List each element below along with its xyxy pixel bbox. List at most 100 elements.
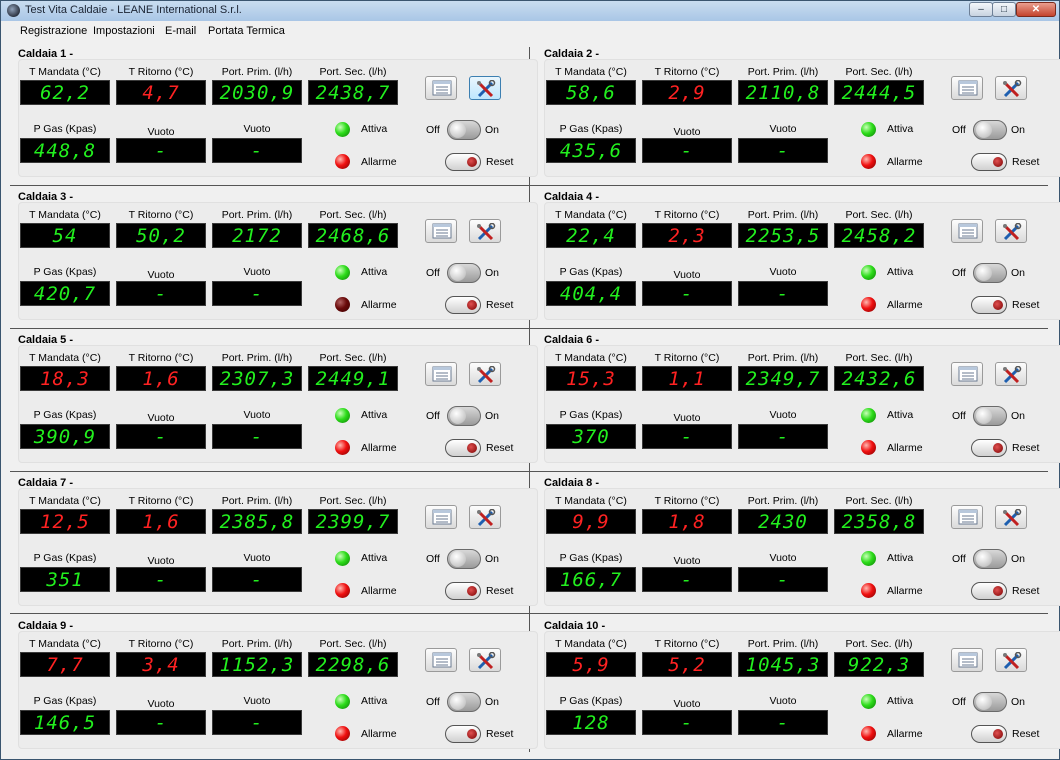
on-off-switch[interactable]	[447, 263, 481, 283]
port-prim-label: Port. Prim. (l/h)	[221, 352, 293, 364]
log-button[interactable]	[951, 219, 983, 243]
reset-button[interactable]	[445, 153, 481, 171]
reset-button[interactable]	[971, 582, 1007, 600]
menu-portata-termica[interactable]: Portata Termica	[208, 25, 285, 37]
log-button[interactable]	[951, 505, 983, 529]
boiler-frame: T Mandata (°C) T Ritorno (°C) Port. Prim…	[544, 59, 1060, 177]
reset-button[interactable]	[445, 439, 481, 457]
reset-button[interactable]	[971, 725, 1007, 743]
switch-knob[interactable]	[450, 265, 466, 281]
allarme-label: Allarme	[361, 728, 397, 740]
on-off-switch[interactable]	[973, 406, 1007, 426]
menu-registrazione[interactable]: Registrazione	[20, 25, 87, 37]
switch-knob[interactable]	[450, 551, 466, 567]
settings-button[interactable]	[469, 648, 501, 672]
vuoto-label: Vuoto	[673, 698, 701, 710]
settings-button[interactable]	[995, 219, 1027, 243]
vuoto-display: -	[212, 424, 302, 449]
t-ritorno-label: T Ritorno (°C)	[128, 495, 194, 507]
switch-knob[interactable]	[976, 694, 992, 710]
attiva-led	[335, 408, 350, 423]
settings-button[interactable]	[995, 648, 1027, 672]
p-gas-display: 166,7	[546, 567, 636, 592]
vuoto-display: -	[642, 567, 732, 592]
log-button[interactable]	[425, 362, 457, 386]
reset-button[interactable]	[971, 296, 1007, 314]
vuoto-label: Vuoto	[769, 552, 797, 564]
port-prim-display: 2385,8	[212, 509, 302, 534]
allarme-label: Allarme	[887, 299, 923, 311]
boiler-panel-1: Caldaia 1 - T Mandata (°C) T Ritorno (°C…	[18, 41, 538, 183]
settings-button[interactable]	[995, 76, 1027, 100]
app-icon[interactable]	[7, 4, 20, 17]
switch-knob[interactable]	[450, 122, 466, 138]
settings-button[interactable]	[469, 219, 501, 243]
reset-indicator	[467, 586, 477, 596]
attiva-label: Attiva	[361, 123, 388, 135]
on-off-switch[interactable]	[973, 263, 1007, 283]
switch-knob[interactable]	[976, 265, 992, 281]
reset-button[interactable]	[971, 439, 1007, 457]
reset-button[interactable]	[445, 582, 481, 600]
log-button[interactable]	[951, 648, 983, 672]
p-gas-label: P Gas (Kpas)	[559, 123, 623, 135]
on-off-switch[interactable]	[447, 549, 481, 569]
settings-button[interactable]	[469, 505, 501, 529]
on-label: On	[485, 267, 500, 279]
switch-knob[interactable]	[976, 408, 992, 424]
p-gas-label: P Gas (Kpas)	[559, 695, 623, 707]
allarme-led	[335, 297, 350, 312]
log-button[interactable]	[951, 362, 983, 386]
minimize-button[interactable]: –	[969, 2, 993, 17]
reset-button[interactable]	[445, 296, 481, 314]
log-button[interactable]	[951, 76, 983, 100]
off-label: Off	[952, 410, 966, 422]
off-label: Off	[426, 696, 440, 708]
attiva-label: Attiva	[887, 409, 914, 421]
t-ritorno-display: 3,4	[116, 652, 206, 677]
on-off-switch[interactable]	[447, 120, 481, 140]
log-button[interactable]	[425, 76, 457, 100]
title-bar[interactable]: Test Vita Caldaie - LEANE International …	[1, 1, 1059, 22]
t-mandata-label: T Mandata (°C)	[555, 352, 627, 364]
reset-indicator	[993, 443, 1003, 453]
on-off-switch[interactable]	[447, 406, 481, 426]
port-sec-display: 2358,8	[834, 509, 924, 534]
p-gas-label: P Gas (Kpas)	[559, 409, 623, 421]
on-off-switch[interactable]	[973, 549, 1007, 569]
boiler-frame: T Mandata (°C) T Ritorno (°C) Port. Prim…	[18, 631, 538, 749]
log-button[interactable]	[425, 648, 457, 672]
switch-knob[interactable]	[976, 551, 992, 567]
attiva-led	[861, 551, 876, 566]
port-prim-label: Port. Prim. (l/h)	[747, 495, 819, 507]
menu-email[interactable]: E-mail	[165, 25, 196, 37]
p-gas-display: 448,8	[20, 138, 110, 163]
on-off-switch[interactable]	[973, 692, 1007, 712]
on-off-switch[interactable]	[447, 692, 481, 712]
settings-button[interactable]	[995, 505, 1027, 529]
maximize-button[interactable]: □	[992, 2, 1016, 17]
vuoto-label: Vuoto	[243, 266, 271, 278]
log-button[interactable]	[425, 219, 457, 243]
port-sec-label: Port. Sec. (l/h)	[845, 209, 913, 221]
reset-button[interactable]	[445, 725, 481, 743]
off-label: Off	[952, 267, 966, 279]
tools-icon	[477, 223, 496, 241]
t-ritorno-label: T Ritorno (°C)	[654, 495, 720, 507]
attiva-label: Attiva	[361, 552, 388, 564]
on-off-switch[interactable]	[973, 120, 1007, 140]
vuoto-label: Vuoto	[769, 695, 797, 707]
switch-knob[interactable]	[976, 122, 992, 138]
close-button[interactable]: ✕	[1016, 2, 1056, 17]
menu-impostazioni[interactable]: Impostazioni	[93, 25, 155, 37]
switch-knob[interactable]	[450, 694, 466, 710]
allarme-led	[861, 154, 876, 169]
settings-button[interactable]	[995, 362, 1027, 386]
attiva-led	[335, 694, 350, 709]
settings-button[interactable]	[469, 76, 501, 100]
reset-button[interactable]	[971, 153, 1007, 171]
settings-button[interactable]	[469, 362, 501, 386]
attiva-label: Attiva	[887, 552, 914, 564]
log-button[interactable]	[425, 505, 457, 529]
switch-knob[interactable]	[450, 408, 466, 424]
